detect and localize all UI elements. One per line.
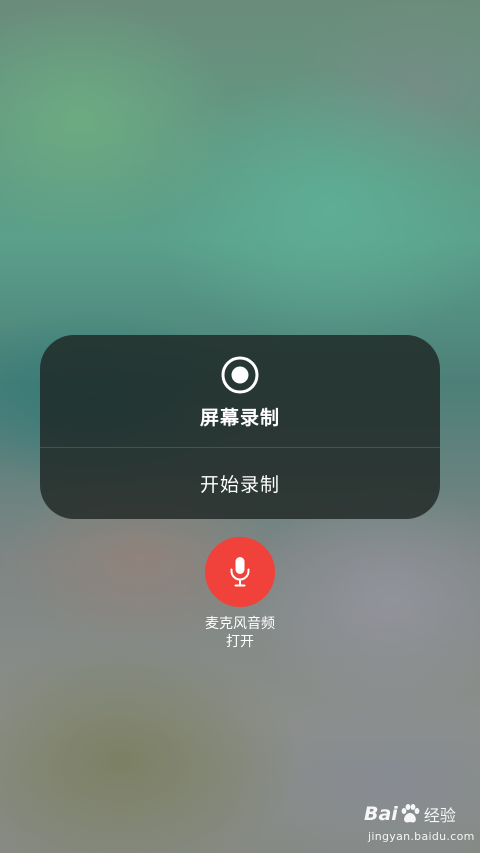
watermark-logo: Bai 经验 <box>364 800 470 828</box>
screen-recording-header: 屏幕录制 <box>40 335 440 447</box>
watermark-url: jingyan.baidu.com <box>368 830 475 843</box>
start-recording-label: 开始录制 <box>199 474 280 496</box>
paw-icon <box>401 804 420 823</box>
record-icon <box>221 356 259 394</box>
microphone-audio-label: 麦克风音频 <box>205 616 275 632</box>
watermark-brand-suffix: 经验 <box>423 806 456 825</box>
watermark-brand: Bai <box>364 803 398 825</box>
microphone-icon <box>230 557 250 587</box>
screen-recording-panel: 屏幕录制 开始录制 <box>40 335 440 519</box>
start-recording-button[interactable]: 开始录制 <box>40 448 440 519</box>
baidu-jingyan-watermark: Bai 经验 jingyan.baidu.com <box>360 800 474 846</box>
screen-recording-title: 屏幕录制 <box>199 407 280 429</box>
microphone-status-label: 打开 <box>226 634 254 650</box>
microphone-toggle-button[interactable] <box>205 537 275 607</box>
control-center-screen: 屏幕录制 开始录制 麦克风音频 打开 Bai 经验 jingyan.baidu.… <box>0 0 480 853</box>
